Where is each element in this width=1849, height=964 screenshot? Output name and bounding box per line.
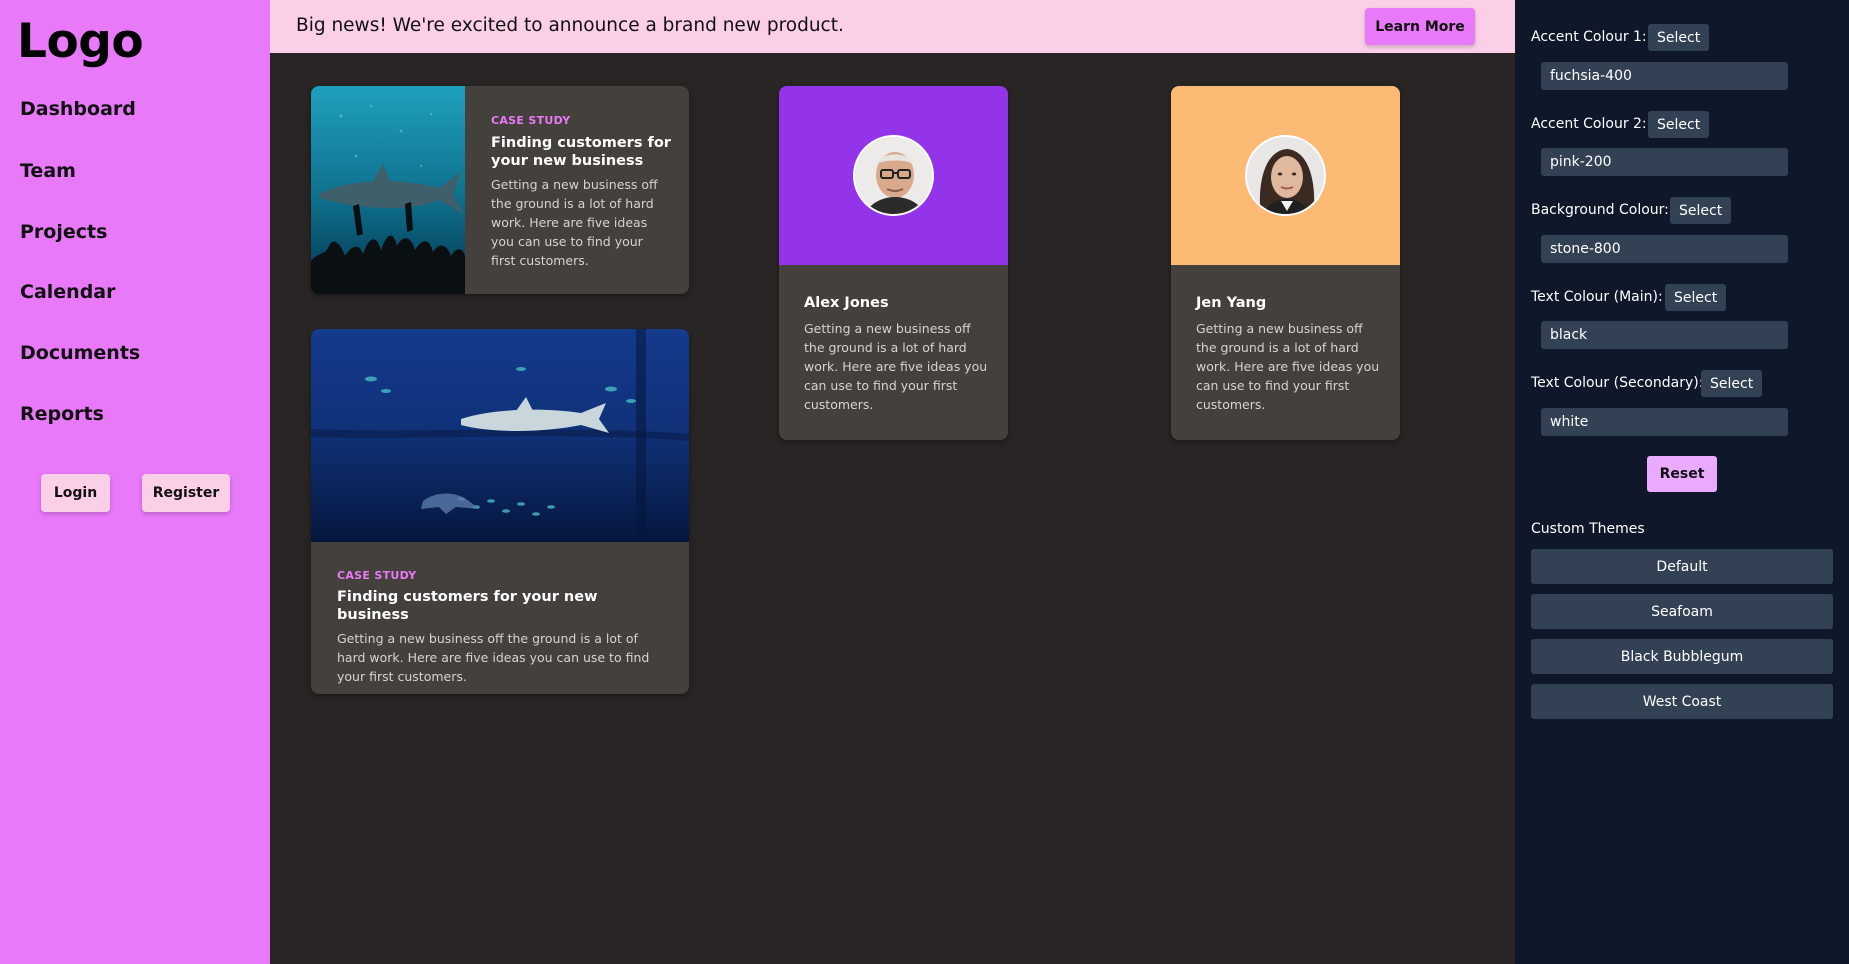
background-colour-label: Background Colour: <box>1531 202 1669 218</box>
text-colour-main-select-button[interactable]: Select <box>1665 284 1727 311</box>
card-description: Getting a new business off the ground is… <box>491 177 658 268</box>
profile-card-jen-yang[interactable]: Jen Yang Getting a new business off the … <box>1171 86 1400 440</box>
custom-themes-heading: Custom Themes <box>1531 521 1645 537</box>
accent-colour-1-label: Accent Colour 1: <box>1531 29 1647 45</box>
logo: Logo <box>17 14 144 69</box>
profile-description: Getting a new business off the ground is… <box>804 321 988 412</box>
aquarium-shark-image <box>311 86 465 294</box>
nav-item-projects[interactable]: Projects <box>20 221 107 243</box>
profile-name: Alex Jones <box>804 295 889 311</box>
background-colour-select-button[interactable]: Select <box>1670 197 1732 224</box>
text-colour-secondary-select-button[interactable]: Select <box>1701 370 1763 397</box>
reset-button[interactable]: Reset <box>1647 456 1717 492</box>
banner-text: Big news! We're excited to announce a br… <box>296 15 844 36</box>
theme-settings-panel: Accent Colour 1: Select fuchsia-400 Acce… <box>1515 0 1849 964</box>
login-button[interactable]: Login <box>41 474 110 512</box>
accent-colour-2-field[interactable]: pink-200 <box>1541 148 1788 176</box>
accent-colour-2-select-button[interactable]: Select <box>1648 111 1710 138</box>
nav-item-calendar[interactable]: Calendar <box>20 281 115 303</box>
nav-item-team[interactable]: Team <box>20 160 76 182</box>
accent-colour-2-label: Accent Colour 2: <box>1531 116 1647 132</box>
background-colour-field[interactable]: stone-800 <box>1541 235 1788 263</box>
aquarium-shark-image <box>311 329 689 542</box>
case-study-label: CASE STUDY <box>337 569 417 582</box>
theme-button-black-bubblegum[interactable]: Black Bubblegum <box>1531 639 1833 674</box>
case-study-card-vertical[interactable]: CASE STUDY Finding customers for your ne… <box>311 329 689 694</box>
text-colour-main-label: Text Colour (Main): <box>1531 289 1663 305</box>
accent-colour-1-field[interactable]: fuchsia-400 <box>1541 62 1788 90</box>
case-study-label: CASE STUDY <box>491 114 571 127</box>
learn-more-button[interactable]: Learn More <box>1365 8 1475 45</box>
theme-button-seafoam[interactable]: Seafoam <box>1531 594 1833 629</box>
register-button[interactable]: Register <box>142 474 230 512</box>
accent-colour-1-select-button[interactable]: Select <box>1648 24 1710 51</box>
theme-button-west-coast[interactable]: West Coast <box>1531 684 1833 719</box>
nav-item-dashboard[interactable]: Dashboard <box>20 98 136 120</box>
text-colour-main-field[interactable]: black <box>1541 321 1788 349</box>
nav-item-reports[interactable]: Reports <box>20 403 104 425</box>
profile-card-alex-jones[interactable]: Alex Jones Getting a new business off th… <box>779 86 1008 440</box>
profile-description: Getting a new business off the ground is… <box>1196 321 1380 412</box>
nav-item-documents[interactable]: Documents <box>20 342 140 364</box>
profile-name: Jen Yang <box>1196 295 1267 311</box>
card-description: Getting a new business off the ground is… <box>337 631 650 684</box>
card-title[interactable]: Finding customers for your new business <box>337 588 667 624</box>
sidebar: Logo Dashboard Team Projects Calendar Do… <box>0 0 270 964</box>
avatar <box>853 135 934 216</box>
text-colour-secondary-field[interactable]: white <box>1541 408 1788 436</box>
card-title[interactable]: Finding customers for your new business <box>491 134 671 170</box>
case-study-card-horizontal[interactable]: CASE STUDY Finding customers for your ne… <box>311 86 689 294</box>
theme-button-default[interactable]: Default <box>1531 549 1833 584</box>
text-colour-secondary-label: Text Colour (Secondary): <box>1531 375 1704 391</box>
avatar <box>1245 135 1326 216</box>
announcement-banner: Big news! We're excited to announce a br… <box>270 0 1515 53</box>
